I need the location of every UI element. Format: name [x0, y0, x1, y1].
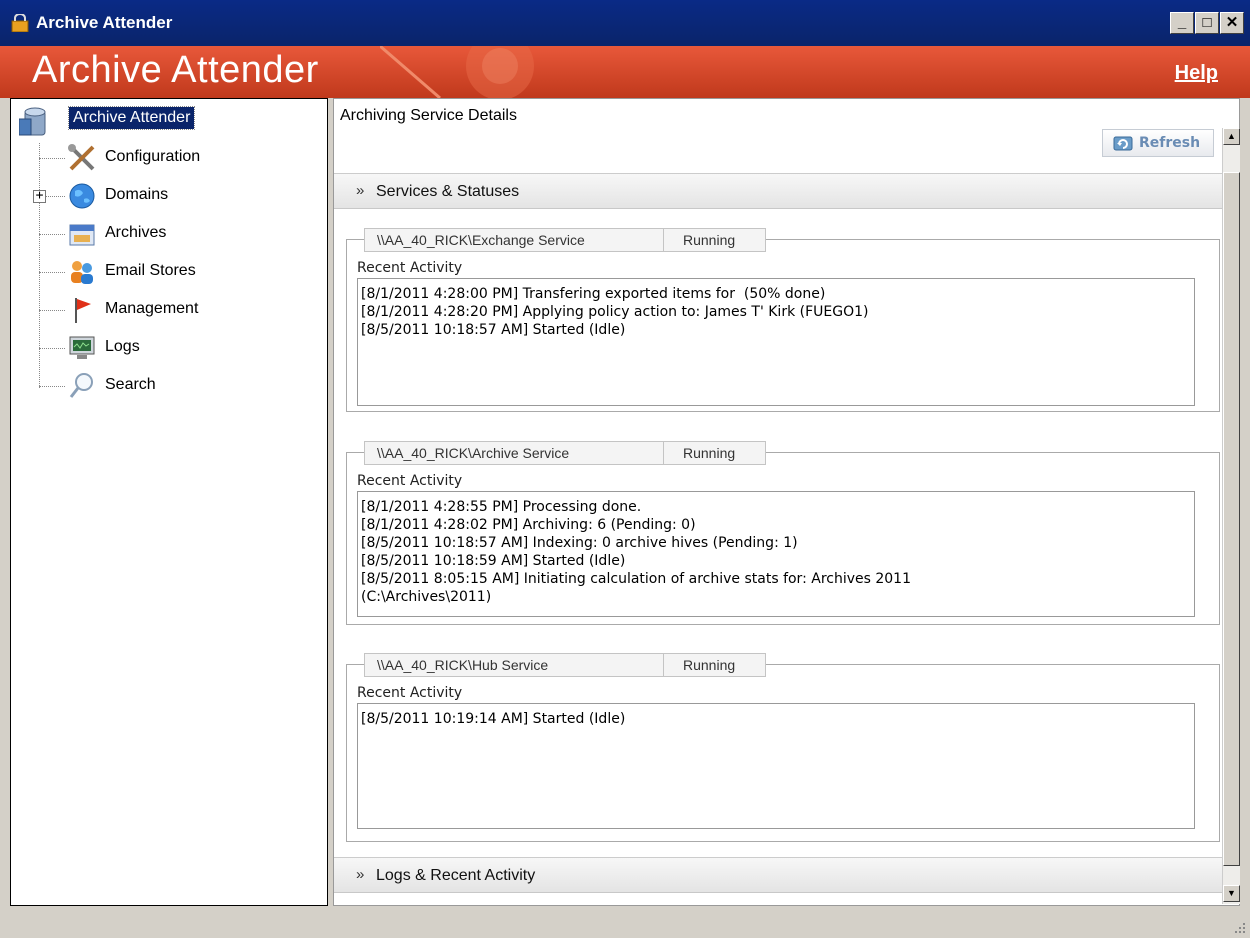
service-header: \\AA_40_RICK\Exchange Service Running	[364, 228, 766, 252]
log-line: [8/5/2011 10:18:57 AM] Started (Idle)	[361, 322, 626, 338]
refresh-icon	[1113, 136, 1133, 151]
recent-activity-label: Recent Activity	[357, 473, 463, 489]
tree-connector	[39, 143, 40, 388]
monitor-icon	[69, 336, 95, 359]
tree-item-label: Configuration	[105, 148, 201, 165]
scroll-up-button[interactable]: ▲	[1223, 128, 1240, 145]
service-status: Running	[683, 232, 736, 248]
service-name: \\AA_40_RICK\Hub Service	[377, 657, 549, 673]
service-group-archive: \\AA_40_RICK\Archive Service Running Rec…	[346, 441, 1220, 625]
help-link[interactable]: Help	[1175, 62, 1218, 85]
resize-grip-icon[interactable]	[1232, 920, 1246, 934]
tree-item-label: Domains	[105, 186, 169, 203]
tools-icon	[68, 144, 95, 171]
vertical-scrollbar[interactable]: ▲ ▼	[1222, 128, 1240, 904]
recent-activity-label: Recent Activity	[357, 685, 463, 701]
minimize-button[interactable]: _	[1170, 12, 1194, 34]
log-line: [8/1/2011 4:28:20 PM] Applying policy ac…	[361, 304, 869, 320]
service-status: Running	[683, 657, 736, 673]
log-line: [8/5/2011 10:18:59 AM] Started (Idle)	[361, 553, 626, 569]
section-logs-header[interactable]: » Logs & Recent Activity	[334, 857, 1222, 893]
expand-toggle[interactable]: +	[33, 189, 46, 203]
app-banner: Archive Attender Help	[0, 46, 1250, 98]
page-title: Archiving Service Details	[340, 107, 517, 124]
activity-log[interactable]: [8/1/2011 4:28:00 PM] Transfering export…	[357, 278, 1195, 406]
log-line: [8/1/2011 4:28:55 PM] Processing done.	[361, 499, 642, 515]
tree-item-label: Search	[105, 376, 156, 393]
chevron-double-right-icon: »	[356, 866, 365, 883]
magnifier-icon	[69, 373, 93, 398]
service-group-exchange: \\AA_40_RICK\Exchange Service Running Re…	[346, 228, 1220, 412]
service-name: \\AA_40_RICK\Exchange Service	[377, 232, 585, 248]
maximize-button[interactable]: □	[1195, 12, 1219, 34]
window-title: Archive Attender	[36, 13, 173, 32]
status-bar	[0, 906, 1250, 938]
activity-log[interactable]: [8/1/2011 4:28:55 PM] Processing done. […	[357, 491, 1195, 617]
chevron-double-right-icon: »	[356, 182, 365, 199]
log-line: [8/5/2011 10:19:14 AM] Started (Idle)	[361, 711, 626, 727]
archive-box-icon	[69, 224, 95, 246]
close-button[interactable]: ✕	[1220, 12, 1244, 34]
app-lock-icon	[11, 14, 29, 32]
activity-log[interactable]: [8/5/2011 10:19:14 AM] Started (Idle)	[357, 703, 1195, 829]
log-line: (C:\Archives\2011)	[361, 589, 492, 605]
details-pane: Archiving Service Details Refresh » Serv…	[333, 98, 1240, 906]
banner-decoration-icon	[380, 46, 534, 98]
tree-item-label: Management	[105, 300, 199, 317]
tree-item-label: Email Stores	[105, 262, 196, 279]
window-titlebar[interactable]: Archive Attender _ □ ✕	[0, 0, 1250, 46]
scroll-thumb[interactable]	[1223, 172, 1240, 866]
refresh-button[interactable]: Refresh	[1102, 129, 1214, 157]
flag-icon	[75, 298, 91, 323]
log-line: [8/5/2011 10:18:57 AM] Indexing: 0 archi…	[361, 535, 798, 551]
service-name: \\AA_40_RICK\Archive Service	[377, 445, 570, 461]
banner-title: Archive Attender	[32, 49, 319, 91]
scroll-down-button[interactable]: ▼	[1223, 885, 1240, 902]
service-status: Running	[683, 445, 736, 461]
tree-item-label: Logs	[105, 338, 140, 355]
service-header: \\AA_40_RICK\Archive Service Running	[364, 441, 766, 465]
section-services-header[interactable]: » Services & Statuses	[334, 173, 1222, 209]
globe-icon	[69, 183, 95, 209]
users-icon	[71, 261, 93, 284]
service-header: \\AA_40_RICK\Hub Service Running	[364, 653, 766, 677]
log-line: [8/5/2011 8:05:15 AM] Initiating calcula…	[361, 571, 911, 587]
tree-item-label: Archives	[105, 224, 167, 241]
tree-root-label[interactable]: Archive Attender	[67, 106, 196, 130]
server-icon	[19, 107, 46, 136]
section-title: Services & Statuses	[376, 183, 520, 200]
log-line: [8/1/2011 4:28:00 PM] Transfering export…	[361, 286, 826, 302]
refresh-label: Refresh	[1139, 135, 1201, 151]
log-line: [8/1/2011 4:28:02 PM] Archiving: 6 (Pend…	[361, 517, 696, 533]
navigation-tree: Archive Attender Configuration + Domains…	[10, 98, 328, 906]
recent-activity-label: Recent Activity	[357, 260, 463, 276]
section-title: Logs & Recent Activity	[376, 867, 536, 884]
service-group-hub: \\AA_40_RICK\Hub Service Running Recent …	[346, 653, 1220, 842]
